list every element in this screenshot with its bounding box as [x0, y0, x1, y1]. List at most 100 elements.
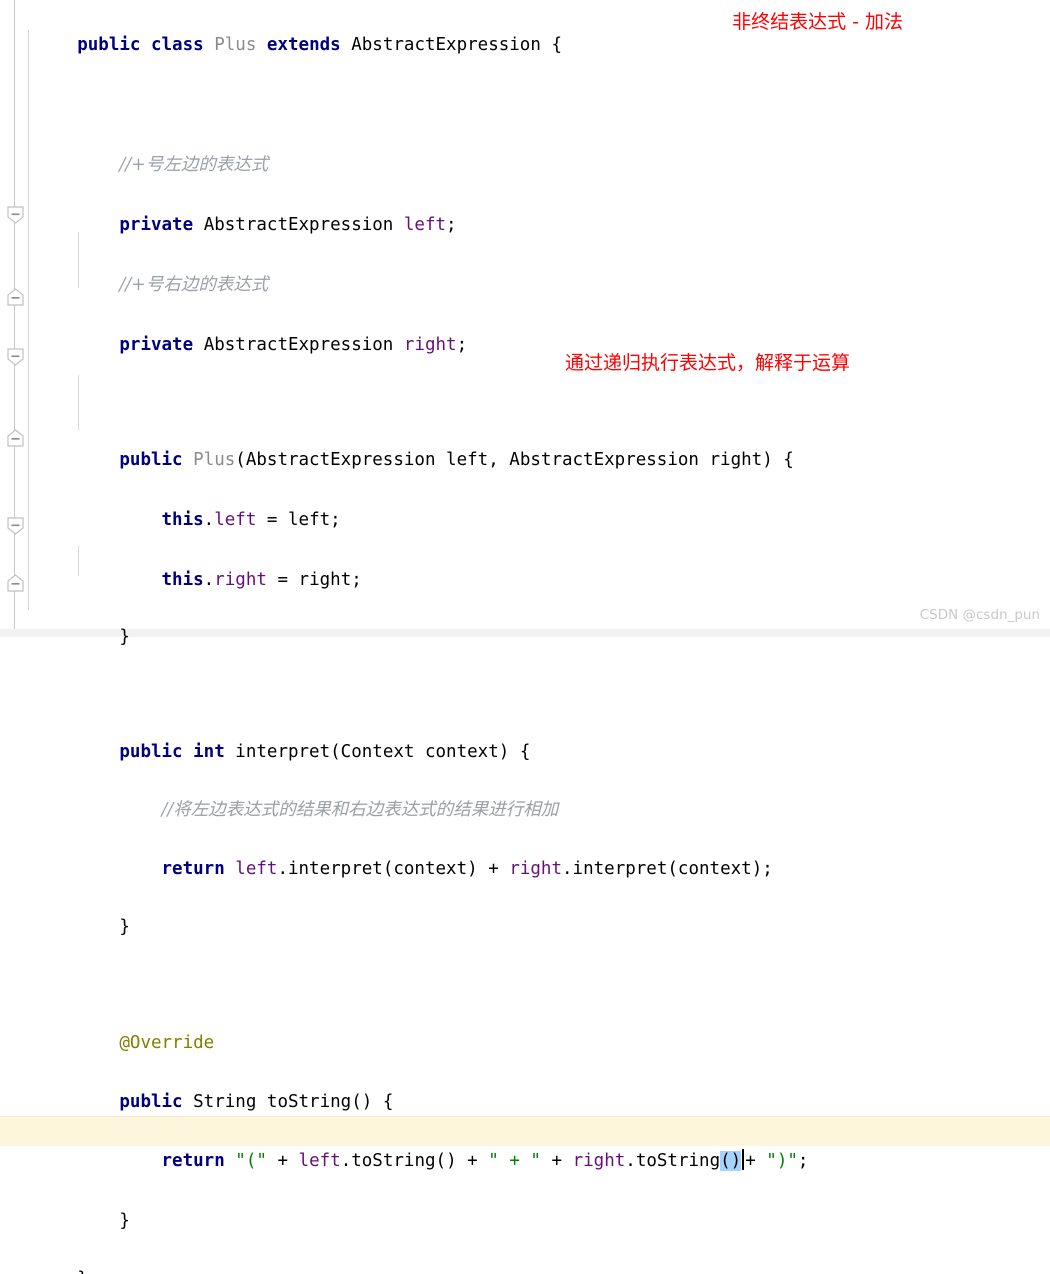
token-public-tostring: public [119, 1092, 183, 1112]
line-16-content: } [63, 912, 130, 942]
token-field-left: left [403, 215, 447, 235]
code-line-12-blank[interactable] [0, 650, 1050, 680]
code-line-21[interactable]: } [0, 1176, 1050, 1231]
fold-marker-interpret-end[interactable] [7, 429, 24, 447]
token-field-right: right [403, 335, 457, 355]
token-plus-15: + [488, 859, 499, 879]
code-line-3[interactable]: //+号左边的表达式 [0, 120, 1050, 175]
token-arg-left: left [288, 510, 331, 530]
token-type-right: AbstractExpression [203, 335, 394, 355]
token-close-brace-ctor: } [119, 627, 130, 647]
token-call-interpret-left: interpret [287, 859, 383, 879]
token-close-brace-tostring: } [119, 1211, 130, 1231]
indent-guide-interpret [78, 375, 79, 430]
token-string-plus: " + " [488, 1151, 541, 1171]
token-call-tostring-left: toString [351, 1151, 436, 1171]
token-public: public [77, 35, 141, 55]
token-plus-20b: + [467, 1151, 478, 1171]
annotation-note-interpret: 通过递归执行表达式，解释于运算 [565, 352, 851, 374]
comment-left-expression: //+号左边的表达式 [119, 155, 269, 175]
code-line-14[interactable]: //将左边表达式的结果和右边表达式的结果进行相加 [0, 765, 1050, 820]
token-close-brace-interpret: } [119, 917, 130, 937]
line-5-content: //+号右边的表达式 [63, 270, 268, 300]
line-11-content: } [63, 622, 130, 652]
token-string-open-paren: "(" [235, 1151, 267, 1171]
token-call-tostring-right: toString [635, 1151, 721, 1171]
token-return-tostring: return [161, 1151, 225, 1171]
token-type-context: Context [340, 742, 415, 762]
token-rparen-ctor: ) [762, 450, 773, 470]
code-line-13[interactable]: public int interpret(Context context) { [0, 707, 1050, 762]
token-semicolon-4: ; [446, 215, 457, 235]
token-lparen-interpret: ( [330, 742, 341, 762]
token-arg-right: right [298, 570, 352, 590]
code-line-6[interactable]: private AbstractExpression right; [0, 300, 1050, 355]
fold-collapse-icon [7, 348, 24, 366]
line-12-content [0, 650, 25, 680]
code-line-5[interactable]: //+号右边的表达式 [0, 240, 1050, 295]
fold-collapse-icon [7, 206, 24, 224]
code-line-2-blank[interactable] [0, 60, 1050, 90]
token-ctor-name: Plus [193, 450, 236, 470]
token-string-close-paren: ")" [766, 1151, 798, 1171]
csdn-watermark: CSDN @csdn_pun [919, 607, 1040, 623]
token-type-string: String [193, 1092, 257, 1112]
token-lparen-ctor: ( [235, 450, 246, 470]
code-line-20-caret-line[interactable]: return "(" + left.toString() + " + " + r… [0, 1116, 1050, 1171]
token-semicolon-20: ; [797, 1151, 809, 1171]
token-open-brace-tostring: { [382, 1092, 394, 1112]
token-private-left: private [119, 215, 194, 235]
code-line-22[interactable]: } [0, 1234, 1050, 1274]
line-20-content: return "(" + left.toString() + " + " + r… [63, 1146, 808, 1176]
token-dot-20b: . [625, 1151, 636, 1171]
fold-marker-tostring-start[interactable] [7, 517, 24, 535]
token-extends: extends [266, 35, 341, 55]
code-line-15[interactable]: return left.interpret(context) + right.i… [0, 824, 1050, 879]
fold-collapse-icon [7, 517, 24, 535]
token-dot-9: . [203, 510, 215, 530]
token-semicolon-15: ; [762, 859, 773, 879]
token-plus-20d: + [745, 1151, 756, 1171]
selected-parens[interactable]: () [720, 1151, 742, 1171]
token-open-brace-ctor: { [783, 450, 794, 470]
token-public-interpret: public [119, 742, 183, 762]
token-assign-field-left: left [214, 510, 257, 530]
token-plus-20c: + [551, 1151, 563, 1171]
code-line-10[interactable]: this.right = right; [0, 535, 1050, 590]
token-open-brace-interpret: { [519, 742, 531, 762]
token-param-name-1: left [446, 450, 489, 470]
line-14-content: //将左边表达式的结果和右边表达式的结果进行相加 [63, 795, 559, 825]
token-rparen-15b: ) [751, 859, 763, 879]
fold-marker-interpret-start[interactable] [7, 348, 24, 366]
token-assign-field-right: right [214, 570, 267, 590]
fold-marker-constructor-end[interactable] [7, 288, 24, 306]
code-line-9[interactable]: this.left = left; [0, 475, 1050, 530]
code-line-16[interactable]: } [0, 882, 1050, 937]
token-left-ref-tostring: left [298, 1151, 341, 1171]
token-private-right: private [119, 335, 194, 355]
line-4-content: private AbstractExpression left; [63, 210, 456, 240]
code-line-7-blank[interactable] [0, 360, 1050, 390]
code-line-17-blank[interactable] [0, 940, 1050, 970]
token-assign-op-10: = [277, 570, 288, 590]
code-content[interactable]: public class Plus extends AbstractExpres… [0, 0, 1050, 1274]
token-assign-op-9: = [266, 510, 278, 530]
code-line-19[interactable]: public String toString() { [0, 1057, 1050, 1112]
line-9-content: this.left = left; [63, 505, 341, 535]
fold-marker-constructor-start[interactable] [7, 206, 24, 224]
fold-marker-tostring-end[interactable] [7, 574, 24, 592]
code-line-8[interactable]: public Plus(AbstractExpression left, Abs… [0, 415, 1050, 470]
code-line-4[interactable]: private AbstractExpression left; [0, 180, 1050, 235]
comment-right-expression: //+号右边的表达式 [119, 275, 269, 295]
token-this-left: this [161, 510, 204, 530]
indent-guide-class [28, 30, 29, 610]
token-superclass: AbstractExpression [351, 35, 541, 55]
line-21-content: } [63, 1206, 130, 1236]
token-rparen-20a: ) [446, 1151, 457, 1171]
code-line-11[interactable]: } [0, 592, 1050, 647]
token-ctx-15b: context [677, 859, 752, 879]
text-caret [742, 1149, 745, 1170]
code-line-18[interactable]: @Override [0, 998, 1050, 1053]
token-int: int [193, 742, 225, 762]
code-editor[interactable]: public class Plus extends AbstractExpres… [0, 0, 1050, 1274]
